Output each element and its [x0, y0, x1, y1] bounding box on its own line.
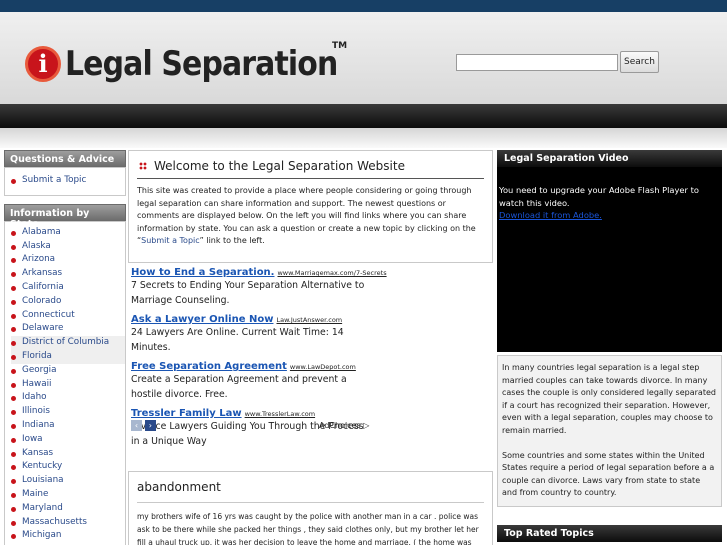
questions-advice-heading: Questions & Advice — [4, 150, 126, 167]
state-link-kentucky[interactable]: Kentucky — [11, 460, 125, 474]
adchoices-icon: ▷ — [363, 421, 370, 430]
state-link-alabama[interactable]: Alabama — [11, 226, 125, 240]
ad-prev-arrow-icon[interactable]: ‹ — [131, 420, 142, 431]
right-sidebar: Legal Separation Video You need to upgra… — [497, 150, 722, 507]
ad-url-link[interactable]: Law.JustAnswer.com — [276, 316, 342, 324]
sponsored-ad: Ask a Lawyer Online Now Law.JustAnswer.co… — [131, 314, 489, 355]
ad-url-link[interactable]: www.Marriagemax.com/7-Secrets — [277, 269, 386, 277]
state-link-massachusetts[interactable]: Massachusetts — [11, 516, 125, 530]
about-paragraph-1: In many countries legal separation is a … — [502, 363, 716, 435]
state-list: Alabama Alaska Arizona Arkansas California Co… — [5, 222, 125, 545]
flash-message: You need to upgrade your Adobe Flash Pla… — [499, 185, 699, 208]
state-link-district-of-columbia[interactable]: District of Columbia — [11, 336, 125, 350]
state-link-arkansas[interactable]: Arkansas — [11, 267, 125, 281]
topic-box: abandonment my brothers wife of 16 yrs w… — [128, 471, 493, 545]
about-paragraph-2: Some countries and some states within th… — [502, 450, 715, 498]
state-link-maine[interactable]: Maine — [11, 488, 125, 502]
state-link-maryland[interactable]: Maryland — [11, 502, 125, 516]
state-link-kansas[interactable]: Kansas — [11, 447, 125, 461]
state-link-colorado[interactable]: Colorado — [11, 295, 125, 309]
search-input[interactable] — [456, 54, 618, 71]
state-link-delaware[interactable]: Delaware — [11, 322, 125, 336]
state-link-arizona[interactable]: Arizona — [11, 253, 125, 267]
top-strip — [0, 0, 727, 12]
sponsored-ad: How to End a Separation. www.Marriagemax.… — [131, 267, 489, 308]
state-link-illinois[interactable]: Illinois — [11, 405, 125, 419]
questions-advice-list: Submit a Topic — [5, 168, 125, 195]
information-by-state-heading: Information by State — [4, 203, 126, 230]
info-icon: i — [25, 46, 61, 82]
state-link-hawaii[interactable]: Hawaii — [11, 378, 125, 392]
ad-title-link[interactable]: Tressler Family Law — [131, 408, 242, 419]
ad-title-link[interactable]: Free Separation Agreement — [131, 361, 287, 372]
welcome-text: This site was created to provide a place… — [137, 186, 476, 245]
state-link-florida[interactable]: Florida — [11, 349, 125, 364]
sponsored-ad: Free Separation Agreement www.LawDepot.co… — [131, 361, 489, 402]
state-link-indiana[interactable]: Indiana — [11, 419, 125, 433]
topic-body: my brothers wife of 16 yrs was caught by… — [137, 512, 479, 545]
ad-title-link[interactable]: How to End a Separation. — [131, 267, 274, 278]
grid-bullet-icon — [139, 162, 147, 170]
state-link-alaska[interactable]: Alaska — [11, 240, 125, 254]
ad-description: 24 Lawyers Are Online. Current Wait Time… — [131, 327, 344, 353]
state-link-michigan[interactable]: Michigan — [11, 529, 125, 543]
welcome-title: Welcome to the Legal Separation Website — [154, 159, 405, 173]
main-content: Welcome to the Legal Separation Website … — [128, 150, 493, 456]
state-link-iowa[interactable]: Iowa — [11, 433, 125, 447]
top-rated-section: Top Rated Topics — [497, 525, 722, 542]
state-link-connecticut[interactable]: Connecticut — [11, 309, 125, 323]
state-link-georgia[interactable]: Georgia — [11, 364, 125, 378]
welcome-box: Welcome to the Legal Separation Website … — [128, 150, 493, 263]
trademark-mark: TM — [332, 41, 348, 51]
logo-text: Legal Separation — [65, 44, 338, 84]
site-logo[interactable]: i Legal Separation TM — [25, 41, 375, 84]
ad-description: Create a Separation Agreement and preven… — [131, 374, 347, 400]
video-heading: Legal Separation Video — [497, 150, 722, 167]
ad-title-link[interactable]: Ask a Lawyer Online Now — [131, 314, 273, 325]
left-sidebar: Questions & Advice Submit a Topic Inform… — [4, 150, 126, 545]
submit-topic-link[interactable]: Submit a Topic — [141, 236, 200, 245]
ad-description: 7 Secrets to Ending Your Separation Alte… — [131, 280, 365, 306]
video-player[interactable]: You need to upgrade your Adobe Flash Pla… — [497, 167, 722, 352]
topic-title[interactable]: abandonment — [137, 480, 484, 503]
state-link-louisiana[interactable]: Louisiana — [11, 474, 125, 488]
adobe-download-link[interactable]: Download it from Adobe. — [499, 209, 720, 222]
adchoices-label[interactable]: AdChoices — [319, 421, 361, 430]
about-box: In many countries legal separation is a … — [497, 355, 722, 507]
sidebar-item-submit-topic[interactable]: Submit a Topic — [11, 174, 125, 188]
state-link-california[interactable]: California — [11, 281, 125, 295]
top-rated-heading: Top Rated Topics — [497, 525, 722, 542]
nav-bar — [0, 104, 727, 128]
sub-bar — [0, 128, 727, 148]
search-button[interactable]: Search — [620, 51, 659, 73]
ad-url-link[interactable]: www.TresslerLaw.com — [245, 410, 315, 418]
state-link-idaho[interactable]: Idaho — [11, 391, 125, 405]
ad-next-arrow-icon[interactable]: › — [144, 420, 156, 431]
ad-url-link[interactable]: www.LawDepot.com — [290, 363, 356, 371]
ad-block: How to End a Separation. www.Marriagemax.… — [128, 263, 493, 456]
